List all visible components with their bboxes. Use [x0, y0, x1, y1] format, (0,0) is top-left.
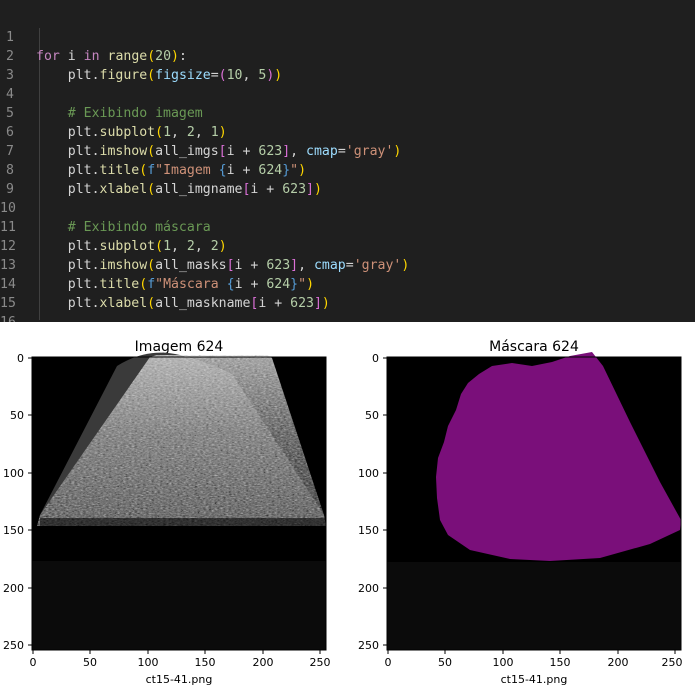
x-tick-label: 100: [138, 656, 159, 669]
x-tick-label: 200: [608, 656, 629, 669]
y-axis: 0 50 100 150 200 250: [3, 352, 32, 652]
image-lower-band: [32, 561, 326, 650]
code-line-12[interactable]: 12 plt.imshow(all_masks[i + 623], cmap='…: [0, 218, 695, 273]
x-tick-label: 100: [493, 656, 514, 669]
y-tick-label: 100: [358, 467, 379, 480]
subplot-mask: Máscara 624 0 50 100 150 200 250 0 50 10…: [358, 339, 683, 686]
y-tick-label: 0: [372, 352, 379, 365]
x-tick-label: 0: [385, 656, 392, 669]
x-axis-label: ct15-41.png: [501, 673, 568, 686]
image-axes: [31, 352, 327, 651]
y-tick-label: 150: [358, 524, 379, 537]
y-tick-label: 250: [3, 639, 24, 652]
code-line-2[interactable]: 2 plt.figure(figsize=(10, 5)): [0, 28, 695, 83]
subplot-title: Máscara 624: [489, 339, 579, 355]
line-number: 16: [0, 313, 16, 322]
code-line-1[interactable]: 1 for i in range(20):: [0, 9, 695, 64]
subplot-image: Imagem 624 0 50 100 150 200 250 0 50 100…: [3, 339, 331, 686]
x-tick-label: 50: [83, 656, 97, 669]
x-tick-label: 200: [253, 656, 274, 669]
code-line-10[interactable]: 10 # Exibindo máscara: [0, 180, 695, 235]
y-tick-label: 50: [10, 409, 24, 422]
x-tick-label: 150: [195, 656, 216, 669]
code-line-13[interactable]: 13 plt.title(f"Máscara {i + 624}"): [0, 237, 695, 292]
code-line-3[interactable]: 3: [0, 47, 695, 83]
subplot-title: Imagem 624: [135, 339, 224, 355]
y-tick-label: 0: [17, 352, 24, 365]
code-line-6[interactable]: 6 plt.imshow(all_imgs[i + 623], cmap='gr…: [0, 104, 695, 159]
y-axis: 0 50 100 150 200 250: [358, 352, 387, 652]
mask-axes: [386, 352, 682, 651]
x-axis-label: ct15-41.png: [146, 673, 213, 686]
code-line-11[interactable]: 11 plt.subplot(1, 2, 2): [0, 199, 695, 254]
code-line-8[interactable]: 8 plt.xlabel(all_imgname[i + 623]): [0, 142, 695, 197]
code-line-5[interactable]: 5 plt.subplot(1, 2, 1): [0, 85, 695, 140]
code-cell[interactable]: 1 for i in range(20): 2 plt.figure(figsi…: [0, 0, 695, 322]
x-tick-label: 0: [30, 656, 37, 669]
y-tick-label: 100: [3, 467, 24, 480]
x-axis: 0 50 100 150 200 250 ct15-41.png: [30, 650, 331, 686]
y-tick-label: 250: [358, 639, 379, 652]
cell-output: Imagem 624 0 50 100 150 200 250 0 50 100…: [0, 322, 695, 693]
code-line-15[interactable]: 15: [0, 275, 695, 311]
code-line-4[interactable]: 4 # Exibindo imagem: [0, 66, 695, 121]
mask-lower-band: [387, 562, 681, 650]
x-tick-label: 50: [438, 656, 452, 669]
code-line-7[interactable]: 7 plt.title(f"Imagem {i + 624}"): [0, 123, 695, 178]
y-tick-label: 200: [3, 582, 24, 595]
y-tick-label: 50: [365, 409, 379, 422]
x-tick-label: 250: [662, 656, 683, 669]
x-tick-label: 250: [310, 656, 331, 669]
figure: Imagem 624 0 50 100 150 200 250 0 50 100…: [3, 339, 683, 686]
code-line-9[interactable]: 9: [0, 161, 695, 197]
code-line-16[interactable]: 16 plt.show(): [0, 294, 695, 322]
y-tick-label: 150: [3, 524, 24, 537]
x-tick-label: 150: [550, 656, 571, 669]
code-line-14[interactable]: 14 plt.xlabel(all_maskname[i + 623]): [0, 256, 695, 311]
x-axis: 0 50 100 150 200 250 ct15-41.png: [385, 650, 683, 686]
y-tick-label: 200: [358, 582, 379, 595]
